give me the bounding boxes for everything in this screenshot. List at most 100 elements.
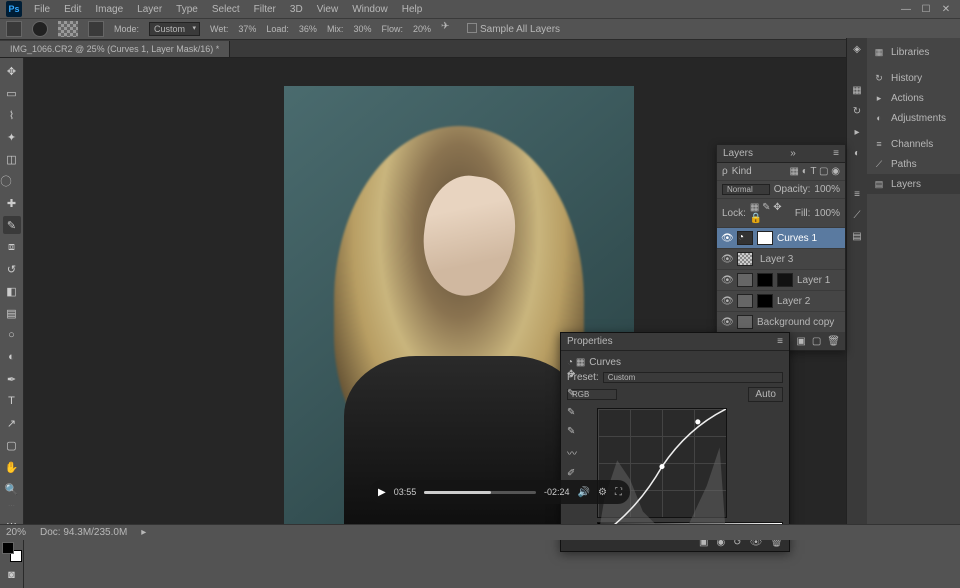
- adjustment-thumb[interactable]: ◔: [737, 231, 753, 245]
- shape-tool-icon[interactable]: ▢: [3, 436, 21, 454]
- document-tab[interactable]: IMG_1066.CR2 @ 25% (Curves 1, Layer Mask…: [0, 41, 230, 57]
- layer-thumb[interactable]: [737, 294, 753, 308]
- wet-value[interactable]: 37%: [238, 24, 256, 34]
- lasso-tool-icon[interactable]: ⌇: [3, 106, 21, 124]
- crop-tool-icon[interactable]: ◫: [3, 150, 21, 168]
- history-brush-icon[interactable]: ↺: [3, 260, 21, 278]
- load-value[interactable]: 36%: [299, 24, 317, 34]
- menu-select[interactable]: Select: [206, 2, 246, 17]
- volume-icon[interactable]: 🔊: [578, 487, 590, 498]
- point-curve-icon[interactable]: 〰: [567, 445, 577, 460]
- move-tool-icon[interactable]: ✥: [3, 62, 21, 80]
- hand-tool-icon[interactable]: ✋: [3, 458, 21, 476]
- eyedropper-tool-icon[interactable]: ⃝: [3, 172, 21, 190]
- layer-thumb[interactable]: [737, 252, 753, 266]
- type-tool-icon[interactable]: T: [3, 392, 21, 410]
- visibility-icon[interactable]: 👁: [721, 233, 733, 244]
- eyedrop-white-icon[interactable]: ✎: [567, 426, 577, 437]
- doc-size[interactable]: Doc: 94.3M/235.0M: [40, 527, 127, 538]
- quickmask-icon[interactable]: ◙: [3, 566, 21, 584]
- visibility-icon[interactable]: 👁: [721, 254, 733, 265]
- auto-button[interactable]: Auto: [748, 387, 783, 402]
- eyedrop-gray-icon[interactable]: ✎: [567, 407, 577, 418]
- gradient-tool-icon[interactable]: ▤: [3, 304, 21, 322]
- mask-thumb[interactable]: [757, 231, 773, 245]
- panel-libraries[interactable]: ▦Libraries: [867, 42, 960, 62]
- opacity-value[interactable]: 100%: [814, 184, 840, 195]
- brush-panel-icon[interactable]: [88, 21, 104, 37]
- panel-actions[interactable]: ▸Actions: [867, 88, 960, 108]
- fill-value[interactable]: 100%: [814, 208, 840, 219]
- new-group-icon[interactable]: ▣: [796, 336, 805, 347]
- panel-paths[interactable]: ⟋Paths: [867, 154, 960, 174]
- maximize-icon[interactable]: ☐: [920, 4, 932, 15]
- minimize-icon[interactable]: —: [900, 4, 912, 15]
- marquee-tool-icon[interactable]: ▭: [3, 84, 21, 102]
- settings-icon[interactable]: ⚙: [598, 487, 607, 498]
- visibility-icon[interactable]: 👁: [721, 275, 733, 286]
- pen-tool-icon[interactable]: ✒: [3, 370, 21, 388]
- preset-select[interactable]: Custom: [603, 372, 783, 383]
- panel-adjustments[interactable]: ◐Adjustments: [867, 108, 960, 128]
- lock-icons[interactable]: ▦ ✎ ✥ 🔒: [750, 202, 791, 224]
- zoom-level[interactable]: 20%: [6, 527, 26, 538]
- brush-swatch[interactable]: [58, 21, 78, 37]
- history-icon[interactable]: ↻: [853, 106, 861, 117]
- zoom-tool-icon[interactable]: 🔍: [3, 480, 21, 498]
- panel-channels[interactable]: ≡Channels: [867, 134, 960, 154]
- fg-bg-colors[interactable]: [2, 542, 22, 562]
- delete-layer-icon[interactable]: 🗑: [827, 336, 840, 347]
- actions-icon[interactable]: ▸: [854, 127, 859, 138]
- layer-row[interactable]: 👁 Background copy: [717, 312, 845, 333]
- fullscreen-icon[interactable]: ⛶: [615, 487, 622, 498]
- eraser-tool-icon[interactable]: ◧: [3, 282, 21, 300]
- panel-history[interactable]: ↻History: [867, 68, 960, 88]
- visibility-icon[interactable]: 👁: [721, 317, 733, 328]
- layer-name[interactable]: Layer 1: [797, 275, 830, 286]
- path-tool-icon[interactable]: ↗: [3, 414, 21, 432]
- paths-icon[interactable]: ⟋: [854, 210, 861, 221]
- blend-mode-select[interactable]: Normal: [722, 184, 770, 195]
- menu-help[interactable]: Help: [396, 2, 429, 17]
- layers-icon[interactable]: ▤: [852, 231, 861, 242]
- mask-thumb[interactable]: [777, 273, 793, 287]
- brush-tool-icon[interactable]: ✎: [3, 216, 21, 234]
- menu-filter[interactable]: Filter: [248, 2, 282, 17]
- flow-value[interactable]: 20%: [413, 24, 431, 34]
- layer-thumb[interactable]: [737, 315, 753, 329]
- layer-row[interactable]: 👁 Layer 3: [717, 249, 845, 270]
- mask-thumb[interactable]: [757, 294, 773, 308]
- mask-thumb[interactable]: [757, 273, 773, 287]
- panel-menu-icon[interactable]: ≡: [833, 148, 839, 159]
- adjustments-icon[interactable]: ◐: [854, 148, 860, 159]
- color-panel-icon[interactable]: ◈: [853, 44, 861, 55]
- libraries-icon[interactable]: ▦: [852, 85, 861, 96]
- dodge-tool-icon[interactable]: ◐: [3, 348, 21, 366]
- menu-image[interactable]: Image: [89, 2, 129, 17]
- menu-edit[interactable]: Edit: [58, 2, 87, 17]
- visibility-icon[interactable]: 👁: [721, 296, 733, 307]
- menu-layer[interactable]: Layer: [131, 2, 168, 17]
- layer-row[interactable]: 👁 Layer 1: [717, 270, 845, 291]
- stamp-tool-icon[interactable]: ⧈: [3, 238, 21, 256]
- layer-name[interactable]: Curves 1: [777, 233, 817, 244]
- blur-tool-icon[interactable]: ○: [3, 326, 21, 344]
- channels-icon[interactable]: ≡: [854, 189, 860, 200]
- layer-filter-kind[interactable]: Kind: [732, 166, 752, 177]
- sampler-icon[interactable]: ✥: [567, 369, 577, 380]
- layer-name[interactable]: Layer 2: [777, 296, 810, 307]
- layer-name[interactable]: Layer 3: [760, 254, 793, 265]
- eyedrop-black-icon[interactable]: ✎: [567, 388, 577, 399]
- play-icon[interactable]: ▶: [378, 487, 386, 498]
- tool-preset-icon[interactable]: [6, 21, 22, 37]
- panel-layers[interactable]: ▤Layers: [867, 174, 960, 194]
- progress-bar[interactable]: [424, 491, 536, 494]
- mode-select[interactable]: Custom: [149, 22, 200, 36]
- new-layer-icon[interactable]: ▢: [812, 336, 821, 347]
- wand-tool-icon[interactable]: ✦: [3, 128, 21, 146]
- menu-3d[interactable]: 3D: [284, 2, 309, 17]
- menu-view[interactable]: View: [311, 2, 345, 17]
- brush-preset-icon[interactable]: [32, 21, 48, 37]
- pencil-curve-icon[interactable]: ✐: [567, 468, 577, 479]
- heal-tool-icon[interactable]: ✚: [3, 194, 21, 212]
